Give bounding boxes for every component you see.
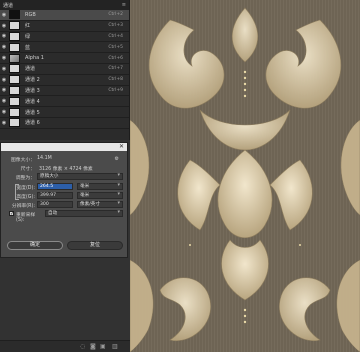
delete-icon[interactable]: ▥ — [112, 343, 118, 350]
channel-name: 通道 2 — [25, 77, 40, 84]
ok-button[interactable]: 确定 — [7, 241, 63, 250]
channel-row[interactable]: ◉ 绿 Ctrl+4 — [0, 31, 129, 43]
eye-icon[interactable]: ◉ — [0, 55, 8, 61]
channel-thumbnail — [9, 118, 20, 128]
eye-icon[interactable]: ◉ — [0, 44, 8, 50]
image-size-label: 图像大小： — [11, 158, 35, 163]
channel-thumbnail — [9, 10, 20, 20]
channel-row[interactable]: ◉ RGB Ctrl+2 — [0, 10, 129, 21]
eye-icon[interactable]: ◉ — [0, 87, 8, 93]
height-label: 高度(G): — [16, 195, 35, 200]
dialog-titlebar: ✕ — [1, 143, 127, 151]
photoshop-workspace: 通道 ≡ ◉ RGB Ctrl+2 ◉ 红 Ctrl+3 ◉ 绿 Ctrl+4 ◉ 蓝 Ctrl+5 ◉… — [0, 0, 130, 352]
channel-row[interactable]: ◉ 通道 2 Ctrl+8 — [0, 75, 129, 86]
resolution-unit-select[interactable]: 像素/英寸 — [77, 201, 123, 208]
dotted-circle-icon[interactable]: ◌ — [80, 343, 85, 350]
channel-row[interactable]: ◉ 通道 Ctrl+7 — [0, 64, 129, 75]
reset-button[interactable]: 复位 — [67, 241, 123, 250]
channel-name: 通道 6 — [25, 120, 40, 127]
channel-shortcut: Ctrl+6 — [108, 55, 123, 61]
eye-icon[interactable]: ◉ — [0, 66, 8, 72]
damask-wallpaper-image — [130, 0, 360, 352]
channel-row[interactable]: ◉ 蓝 Ctrl+5 — [0, 42, 129, 54]
channel-thumbnail — [9, 31, 20, 41]
channel-row[interactable]: ◉ 通道 4 — [0, 96, 129, 108]
channel-name: 红 — [25, 23, 31, 30]
channel-name: RGB — [25, 11, 36, 18]
eye-icon[interactable]: ◉ — [0, 120, 8, 126]
channel-shortcut: Ctrl+7 — [108, 66, 123, 72]
fit-to-select[interactable]: 原稿大小 — [37, 173, 123, 180]
image-size-dialog: ✕ 图像大小： 14.1M ⚙ 尺寸： 3126 像素 × 4724 像素 调整… — [0, 142, 128, 258]
channel-row[interactable]: ◉ Alpha 1 Ctrl+6 — [0, 53, 129, 64]
channel-thumbnail — [9, 96, 20, 106]
channel-row[interactable]: ◉ 通道 6 — [0, 118, 129, 129]
channel-list: ◉ RGB Ctrl+2 ◉ 红 Ctrl+3 ◉ 绿 Ctrl+4 ◉ 蓝 Ctrl+5 ◉ Alpha… — [0, 10, 129, 129]
width-label: 宽度(D): — [16, 186, 35, 191]
channel-thumbnail — [9, 75, 20, 85]
channel-shortcut: Ctrl+4 — [108, 33, 123, 39]
channels-panel-title[interactable]: 通道 — [3, 2, 13, 9]
resolution-input[interactable]: 300 — [37, 201, 73, 208]
dimensions-value: 3126 像素 × 4724 像素 — [39, 167, 93, 172]
image-size-value: 14.1M — [37, 156, 52, 161]
channel-shortcut: Ctrl+8 — [108, 77, 123, 83]
channel-name: Alpha 1 — [25, 55, 44, 62]
channel-name: 通道 — [25, 66, 36, 73]
channel-row[interactable]: ◉ 通道 5 — [0, 107, 129, 118]
resolution-label: 分辨率(R): — [11, 204, 35, 209]
channel-thumbnail — [9, 107, 20, 117]
channel-shortcut: Ctrl+3 — [108, 23, 123, 29]
width-unit-select[interactable]: 毫米 — [77, 183, 123, 190]
channel-thumbnail — [9, 42, 20, 52]
channels-panel-titlebar: 通道 ≡ — [0, 0, 129, 10]
width-input[interactable]: 264.5 — [37, 183, 73, 190]
channel-shortcut: Ctrl+2 — [108, 12, 123, 18]
channels-bottom-toolbar: ◌ ◙ ▣ ▥ — [0, 340, 130, 352]
resample-label: 重新采样(S): — [16, 213, 36, 223]
channel-shortcut: Ctrl+9 — [108, 87, 123, 93]
channel-shortcut: Ctrl+5 — [108, 44, 123, 50]
dimensions-label: 尺寸： — [20, 167, 35, 172]
eye-icon[interactable]: ◉ — [0, 98, 8, 104]
channel-thumbnail — [9, 53, 20, 63]
gear-icon[interactable]: ⚙ — [115, 156, 119, 162]
channel-row[interactable]: ◉ 红 Ctrl+3 — [0, 21, 129, 32]
eye-icon[interactable]: ◉ — [0, 23, 8, 29]
channel-name: 蓝 — [25, 44, 31, 51]
channel-row[interactable]: ◉ 通道 3 Ctrl+9 — [0, 85, 129, 97]
resample-checkbox[interactable]: ✓ — [9, 211, 14, 217]
resample-method-select[interactable]: 自动 — [45, 210, 123, 217]
panel-menu-icon[interactable]: ≡ — [122, 2, 126, 8]
channels-panel: 通道 ≡ ◉ RGB Ctrl+2 ◉ 红 Ctrl+3 ◉ 绿 Ctrl+4 ◉ 蓝 Ctrl+5 ◉… — [0, 0, 130, 140]
channel-name: 通道 3 — [25, 87, 40, 94]
eye-icon[interactable]: ◉ — [0, 33, 8, 39]
fit-to-label: 调整为： — [15, 176, 35, 181]
channel-thumbnail — [9, 64, 20, 74]
height-input[interactable]: 399.97 — [37, 192, 73, 199]
channel-thumbnail — [9, 85, 20, 95]
eye-icon[interactable]: ◉ — [0, 12, 8, 18]
close-icon[interactable]: ✕ — [119, 143, 124, 151]
eye-icon[interactable]: ◉ — [0, 77, 8, 83]
channel-name: 绿 — [25, 33, 31, 40]
channel-name: 通道 5 — [25, 109, 40, 116]
mask-icon[interactable]: ◙ — [90, 343, 96, 350]
document-canvas[interactable] — [130, 0, 360, 352]
channel-thumbnail — [9, 21, 20, 31]
height-unit-select[interactable]: 毫米 — [77, 192, 123, 199]
channel-name: 通道 4 — [25, 98, 40, 105]
eye-icon[interactable]: ◉ — [0, 109, 8, 115]
new-channel-icon[interactable]: ▣ — [100, 343, 106, 350]
